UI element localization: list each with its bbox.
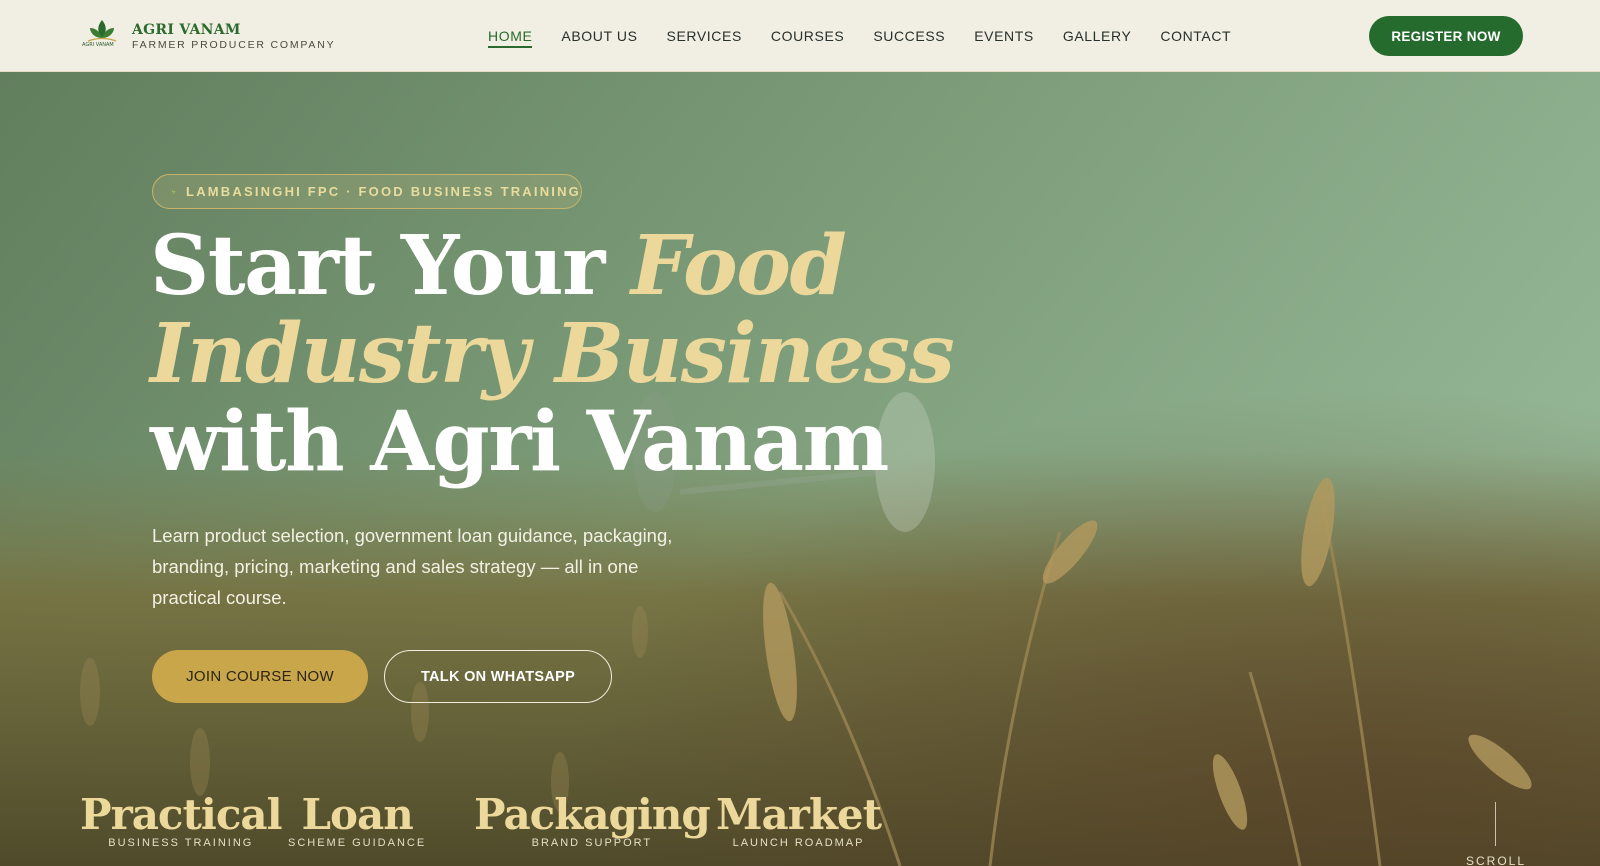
stat-title: Practical — [80, 790, 283, 839]
headline-part-industry-business: Industry Business — [150, 306, 955, 402]
brand-name: AGRI VANAM — [132, 22, 241, 38]
join-course-button[interactable]: JOIN COURSE NOW — [152, 650, 368, 703]
hero-badge: LAMBASINGHI FPC · FOOD BUSINESS TRAINING — [152, 174, 582, 209]
register-now-button[interactable]: REGISTER NOW — [1369, 16, 1523, 56]
nav-item-home[interactable]: HOME — [488, 28, 533, 48]
logo-mark-text: AGRI VANAM — [82, 42, 114, 48]
hero-section: LAMBASINGHI FPC · FOOD BUSINESS TRAINING… — [0, 72, 1600, 866]
nav-item-courses[interactable]: COURSES — [771, 28, 844, 48]
nav-item-contact[interactable]: CONTACT — [1160, 28, 1231, 48]
stat-subtitle: BUSINESS TRAINING — [108, 837, 254, 849]
stat-title: Loan — [301, 790, 413, 839]
scroll-label: SCROLL — [1466, 854, 1527, 866]
site-header: AGRI VANAM AGRI VANAM FARMER PRODUCER CO… — [0, 0, 1600, 72]
stat-subtitle: SCHEME GUIDANCE — [288, 837, 427, 849]
stat-practical: Practical BUSINESS TRAINING — [80, 790, 283, 849]
headline-part-food: Food — [630, 218, 847, 314]
hero-headline: Start Your Food Industry Business with A… — [150, 222, 955, 490]
headline-part-start-your: Start Your — [150, 218, 631, 314]
nav-item-services[interactable]: SERVICES — [667, 28, 742, 48]
scroll-line — [1495, 802, 1496, 846]
sprout-icon — [171, 189, 176, 194]
nav-item-events[interactable]: EVENTS — [974, 28, 1034, 48]
nav-item-gallery[interactable]: GALLERY — [1063, 28, 1132, 48]
nav-item-success[interactable]: SUCCESS — [873, 28, 945, 48]
stat-loan: Loan SCHEME GUIDANCE — [288, 790, 426, 849]
stat-title: Market — [716, 790, 882, 839]
hero-badge-text: LAMBASINGHI FPC · FOOD BUSINESS TRAINING — [186, 184, 581, 199]
scroll-indicator[interactable]: SCROLL — [1466, 802, 1526, 866]
stat-subtitle: LAUNCH ROADMAP — [732, 837, 865, 849]
headline-part-with-agri-vanam: with Agri Vanam — [150, 394, 889, 490]
hero-description: Learn product selection, government loan… — [152, 525, 673, 608]
nav-item-about-us[interactable]: ABOUT US — [561, 28, 637, 48]
main-nav: HOME ABOUT US SERVICES COURSES SUCCESS E… — [488, 28, 1260, 48]
brand-logo[interactable]: AGRI VANAM AGRI VANAM FARMER PRODUCER CO… — [80, 16, 380, 56]
stat-packaging: Packaging BRAND SUPPORT — [474, 790, 711, 849]
stat-market: Market LAUNCH ROADMAP — [716, 790, 882, 849]
talk-on-whatsapp-button[interactable]: TALK ON WHATSAPP — [384, 650, 612, 703]
stat-title: Packaging — [474, 790, 711, 839]
brand-tagline: FARMER PRODUCER COMPANY — [132, 39, 336, 51]
